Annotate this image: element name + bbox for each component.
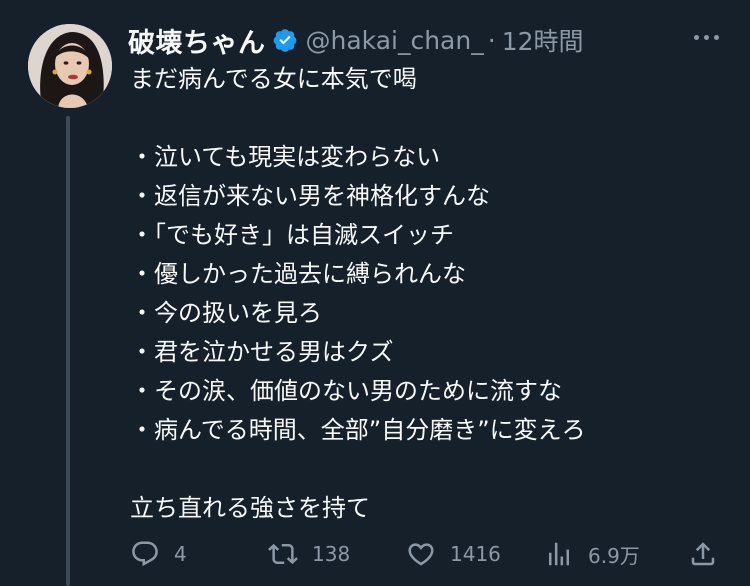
display-name[interactable]: 破壊ちゃん xyxy=(128,21,266,60)
tweet-line: まだ病んでる女に本気で喝 xyxy=(130,65,417,93)
retweet-button[interactable]: 138 xyxy=(268,534,350,574)
tweet-line: 立ち直れる強さを持て xyxy=(130,494,370,522)
tweet-line: ・その涙、価値のない男のために流すな xyxy=(130,377,562,405)
views-count: 6.9万 xyxy=(588,543,640,568)
views-icon xyxy=(549,542,569,566)
separator: · xyxy=(487,25,496,55)
heart-icon xyxy=(408,543,434,566)
tweet-text: まだ病んでる女に本気で喝 ・泣いても現実は変わらない ・返信が来ない男を神格化す… xyxy=(130,60,730,528)
tweet-line: ・今の扱いを見ろ xyxy=(130,299,322,327)
action-bar: 4 138 1416 6.9万 xyxy=(130,534,730,574)
reply-icon xyxy=(132,541,158,567)
reply-button[interactable]: 4 xyxy=(130,534,187,574)
tweet-line: ・返信が来ない男を神格化すんな xyxy=(130,182,490,210)
retweet-icon xyxy=(268,543,298,565)
share-icon xyxy=(691,542,715,566)
tweet-line: ・病んでる時間、全部”自分磨き”に変えろ xyxy=(130,416,586,444)
tweet: 破壊ちゃん @hakai_chan_ · 12時間 まだ病んでる女に本気で喝 ・… xyxy=(0,0,750,586)
tweet-line: ・君を泣かせる男はクズ xyxy=(130,338,394,366)
timestamp[interactable]: 12時間 xyxy=(502,22,584,58)
reply-count: 4 xyxy=(174,542,187,566)
like-count: 1416 xyxy=(450,542,501,566)
tweet-line: ・「でも好き」は自滅スイッチ xyxy=(130,221,454,249)
avatar[interactable] xyxy=(28,24,112,108)
thread-line xyxy=(66,116,70,586)
share-button[interactable] xyxy=(688,534,718,574)
views-button[interactable]: 6.9万 xyxy=(544,534,640,574)
more-icon[interactable] xyxy=(686,22,726,52)
handle[interactable]: @hakai_chan_ xyxy=(306,26,484,55)
tweet-header: 破壊ちゃん @hakai_chan_ · 12時間 xyxy=(128,20,728,60)
retweet-count: 138 xyxy=(312,542,351,566)
tweet-line: ・泣いても現実は変わらない xyxy=(130,143,441,171)
tweet-line: ・優しかった過去に縛られんな xyxy=(130,260,466,288)
verified-badge-icon xyxy=(273,29,296,52)
like-button[interactable]: 1416 xyxy=(406,534,501,574)
